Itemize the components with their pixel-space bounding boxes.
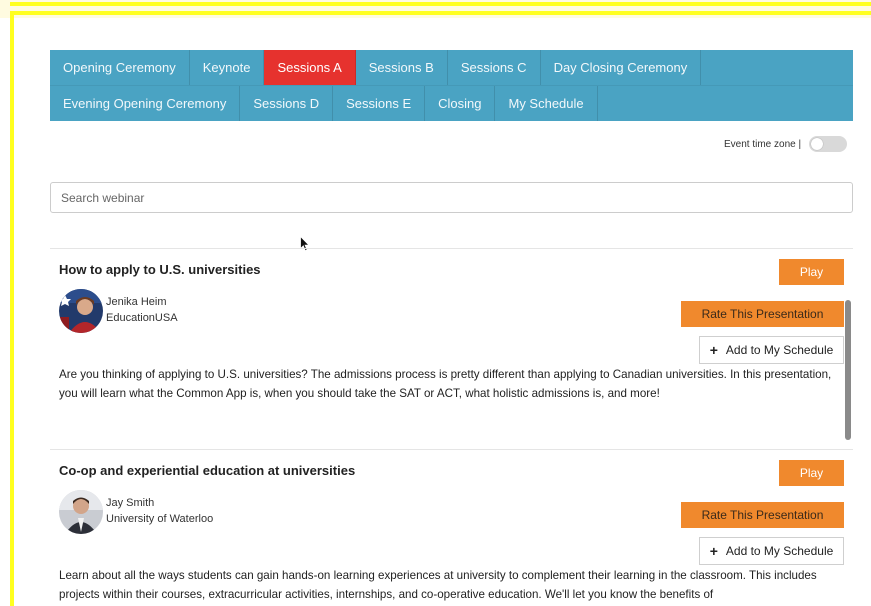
tab-sessions-b[interactable]: Sessions B [356, 50, 448, 85]
recording-frame-top [0, 0, 871, 18]
plus-icon: + [709, 543, 718, 559]
tab-sessions-d[interactable]: Sessions D [240, 86, 334, 121]
tab-sessions-c[interactable]: Sessions C [448, 50, 541, 85]
speaker-organization: EducationUSA [106, 312, 178, 324]
tab-sessions-e[interactable]: Sessions E [333, 86, 426, 121]
session-title: Co-op and experiential education at univ… [59, 463, 356, 478]
tab-day-closing-ceremony[interactable]: Day Closing Ceremony [541, 50, 702, 85]
nav-row-2: Evening Opening Ceremony Sessions D Sess… [50, 85, 853, 121]
timezone-toggle[interactable] [809, 136, 848, 152]
frame-line [10, 2, 871, 6]
session-description: Learn about all the ways students can ga… [59, 569, 817, 601]
speaker-name: Jay Smith [106, 497, 155, 509]
play-button[interactable]: Play [779, 259, 844, 285]
speaker-organization: University of Waterloo [106, 513, 214, 525]
frame-line [10, 11, 871, 15]
timezone-label: Event time zone | [724, 138, 802, 150]
tab-opening-ceremony[interactable]: Opening Ceremony [50, 50, 190, 85]
session-title: How to apply to U.S. universities [59, 262, 261, 277]
add-to-schedule-button[interactable]: + Add to My Schedule [699, 336, 844, 364]
nav-row-1: Opening Ceremony Keynote Sessions A Sess… [50, 50, 853, 85]
rate-presentation-button[interactable]: Rate This Presentation [681, 301, 844, 327]
toggle-knob [811, 138, 824, 150]
add-to-schedule-button[interactable]: + Add to My Schedule [699, 537, 844, 565]
session-card: How to apply to U.S. universities Jenika… [50, 249, 853, 449]
add-to-schedule-label: Add to My Schedule [725, 343, 834, 357]
recording-frame-left [10, 11, 14, 606]
scrollbar-thumb[interactable] [845, 300, 851, 440]
play-button[interactable]: Play [779, 460, 844, 486]
search-input[interactable] [50, 182, 853, 213]
speaker-name: Jenika Heim [106, 296, 167, 308]
tab-evening-opening-ceremony[interactable]: Evening Opening Ceremony [50, 86, 241, 121]
session-description: Are you thinking of applying to U.S. uni… [59, 368, 832, 400]
tab-sessions-a[interactable]: Sessions A [264, 50, 356, 85]
timezone-control: Event time zone | [724, 136, 848, 152]
plus-icon: + [709, 342, 718, 358]
speaker-avatar [59, 490, 103, 534]
session-card: Co-op and experiential education at univ… [50, 450, 853, 606]
add-to-schedule-label: Add to My Schedule [725, 544, 834, 558]
tab-keynote[interactable]: Keynote [190, 50, 265, 85]
speaker-avatar [59, 289, 103, 333]
tab-closing[interactable]: Closing [425, 86, 496, 121]
tab-my-schedule[interactable]: My Schedule [495, 86, 598, 121]
session-tabs-nav: Opening Ceremony Keynote Sessions A Sess… [50, 50, 853, 121]
rate-presentation-button[interactable]: Rate This Presentation [681, 502, 844, 528]
